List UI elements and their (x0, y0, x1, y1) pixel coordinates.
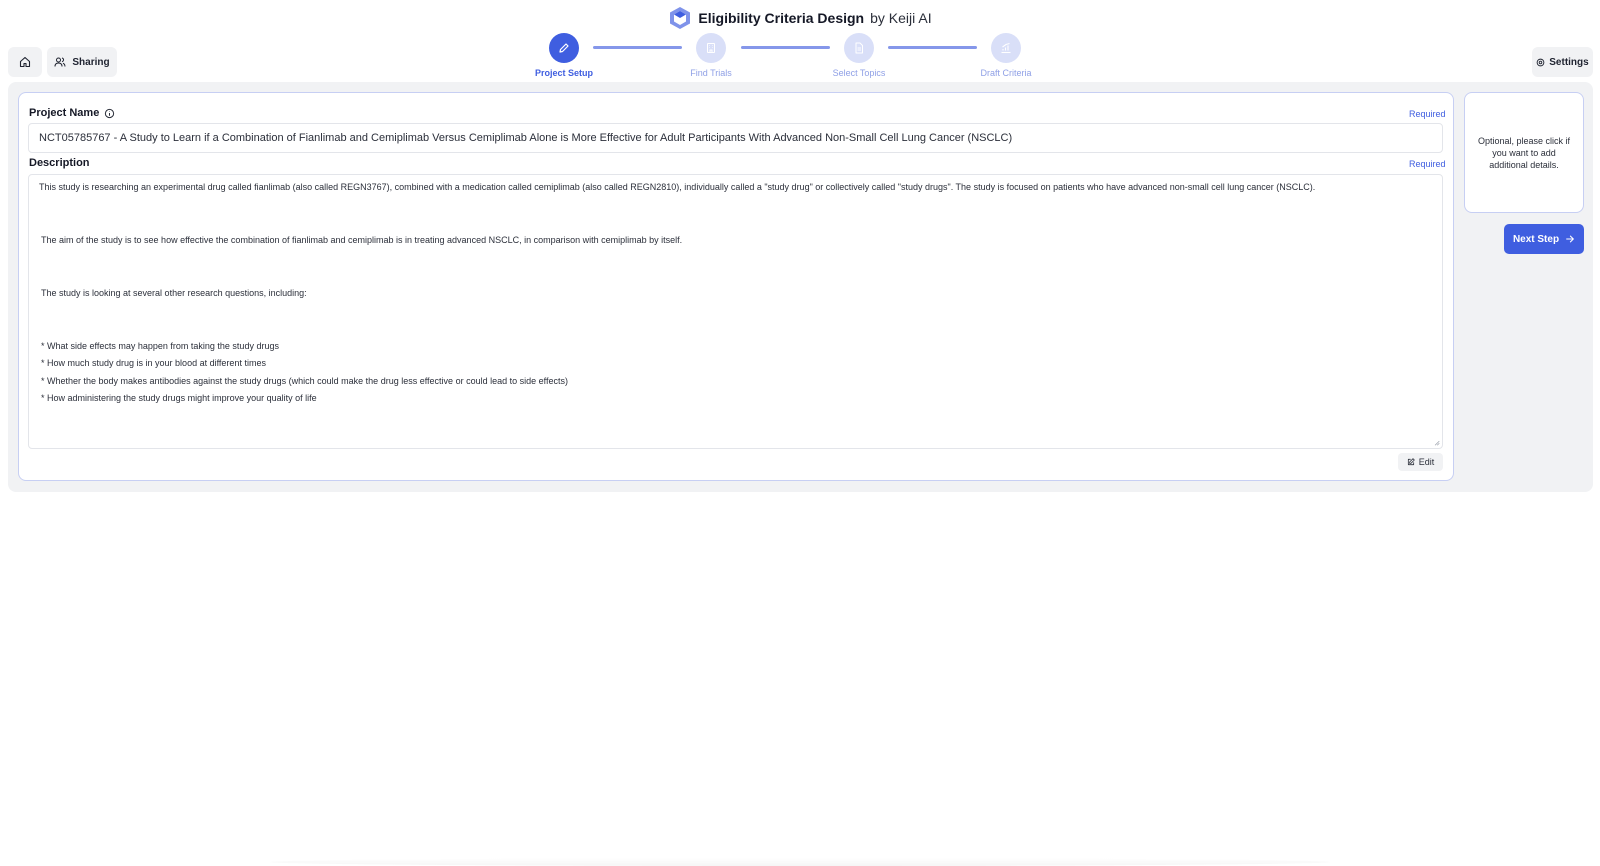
project-name-label: Project Name (29, 107, 100, 119)
additional-details-card[interactable]: Optional, please click if you want to ad… (1464, 92, 1584, 213)
edit-icon (1407, 458, 1415, 466)
description-line: This study is researching an experimenta… (39, 182, 1316, 192)
bottom-shadow (270, 858, 1330, 866)
step-circle (696, 33, 726, 63)
arrow-right-icon (1566, 235, 1574, 243)
project-name-input[interactable]: NCT05785767 - A Study to Learn if a Comb… (28, 123, 1443, 153)
description-required: Required (1409, 159, 1446, 169)
settings-button[interactable]: Settings (1532, 47, 1593, 77)
edit-button[interactable]: Edit (1398, 453, 1443, 471)
description-label: Description (29, 157, 90, 169)
description-line: * Whether the body makes antibodies agai… (41, 376, 568, 386)
home-icon (19, 56, 31, 68)
step-label: Find Trials (690, 68, 732, 78)
settings-label: Settings (1549, 56, 1589, 68)
step-connector (741, 46, 830, 49)
hexagon-logo-icon (670, 7, 691, 29)
optional-details-text: Optional, please click if you want to ad… (1477, 135, 1571, 170)
next-step-label: Next Step (1512, 233, 1560, 245)
app-title-text: Eligibility Criteria Design (698, 10, 865, 26)
step-find-trials[interactable]: Find Trials (671, 33, 751, 78)
step-draft-criteria[interactable]: Draft Criteria (966, 33, 1046, 78)
step-project-setup[interactable]: Project Setup (524, 33, 604, 78)
app-subtitle: by Keiji AI (870, 10, 932, 26)
step-label: Draft Criteria (980, 68, 1032, 78)
sharing-label: Sharing (72, 56, 110, 68)
step-select-topics[interactable]: Select Topics (819, 33, 899, 78)
step-label: Select Topics (832, 68, 886, 78)
edit-label: Edit (1418, 457, 1435, 467)
app-title: Eligibility Criteria Design by Keiji AI (0, 5, 1600, 31)
step-connector (593, 46, 682, 49)
description-line: The aim of the study is to see how effec… (41, 235, 683, 245)
step-label: Project Setup (534, 68, 593, 78)
building-icon (707, 43, 715, 53)
description-textarea[interactable]: This study is researching an experimenta… (28, 174, 1443, 449)
step-circle (844, 33, 874, 63)
description-line: The study is looking at several other re… (41, 288, 307, 298)
description-line: * How much study drug is in your blood a… (41, 358, 266, 368)
users-icon (54, 57, 66, 67)
home-button[interactable] (8, 47, 42, 77)
progress-stepper: Project Setup Find Trials Select Topics (535, 33, 1060, 79)
resize-handle-icon[interactable] (1433, 439, 1440, 446)
description-line: * What side effects may happen from taki… (41, 341, 279, 351)
sharing-button[interactable]: Sharing (47, 47, 117, 77)
next-step-button[interactable]: Next Step (1504, 224, 1584, 254)
step-circle (991, 33, 1021, 63)
pencil-icon (559, 43, 569, 53)
project-name-value: NCT05785767 - A Study to Learn if a Comb… (39, 132, 1013, 144)
info-icon[interactable] (104, 108, 115, 119)
step-connector (888, 46, 977, 49)
gear-icon (1536, 58, 1545, 66)
description-line: * How administering the study drugs migh… (41, 393, 317, 403)
project-name-required: Required (1409, 109, 1446, 119)
document-icon (855, 42, 863, 54)
chart-icon (1001, 42, 1011, 54)
step-circle (549, 33, 579, 63)
